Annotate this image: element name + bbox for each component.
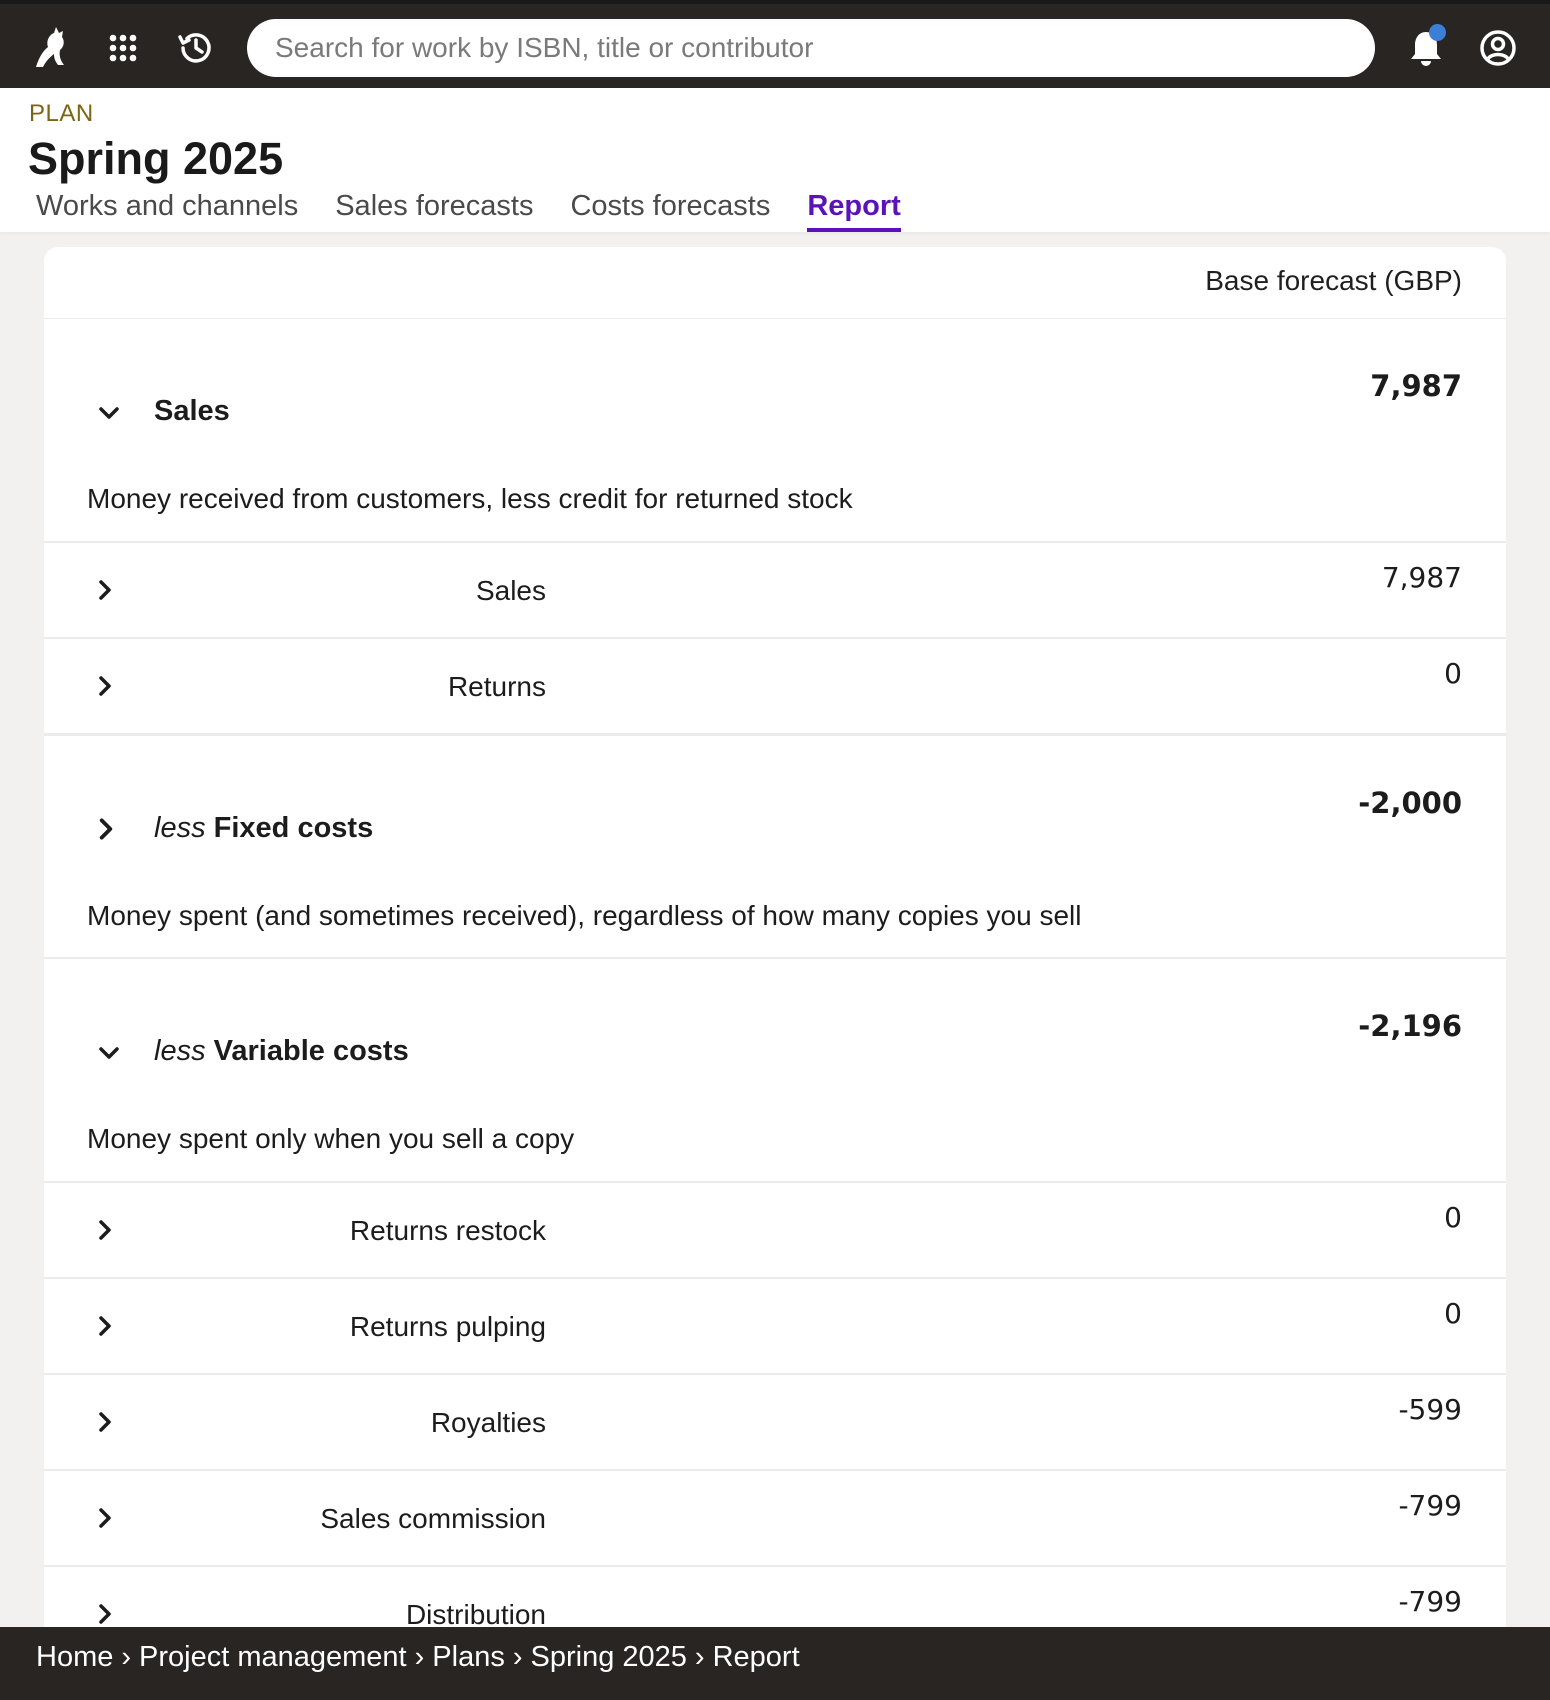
row-label: Sales commission	[320, 1503, 546, 1534]
history-icon[interactable]	[176, 28, 216, 68]
row-value: 0	[1444, 1201, 1462, 1234]
fixed-costs-group[interactable]: less Fixed costs -2,000 Money spent (and…	[44, 735, 1506, 959]
sales-group-description: Money received from customers, less cred…	[87, 483, 853, 514]
breadcrumb-separator: ›	[121, 1641, 132, 1673]
table-row[interactable]: Royalties -599	[44, 1375, 1506, 1471]
chevron-right-icon[interactable]	[92, 1601, 118, 1627]
report-card: Base forecast (GBP) Sales 7,987 Money re…	[44, 247, 1506, 1627]
less-prefix: less	[154, 812, 206, 844]
table-row[interactable]: Returns 0	[44, 639, 1506, 735]
top-bar	[0, 0, 1550, 88]
chevron-right-icon[interactable]	[92, 815, 120, 843]
row-label: Royalties	[430, 1407, 546, 1438]
row-value: -799	[1398, 1489, 1462, 1522]
variable-costs-description: Money spent only when you sell a copy	[87, 1123, 575, 1154]
tab-report[interactable]: Report	[807, 190, 901, 232]
row-label: Returns pulping	[349, 1311, 546, 1342]
breadcrumb-separator: ›	[694, 1641, 705, 1673]
breadcrumb-bar: Home › Project management › Plans › Spri…	[0, 1627, 1550, 1700]
sales-group-label-text: Sales	[154, 395, 230, 427]
column-header-base-forecast: Base forecast (GBP)	[1205, 265, 1462, 296]
page-eyebrow: PLAN	[29, 100, 94, 127]
tab-costs-forecasts[interactable]: Costs forecasts	[570, 190, 770, 232]
table-row[interactable]: Returns pulping 0	[44, 1279, 1506, 1375]
row-label: Returns restock	[349, 1215, 546, 1246]
tab-bar: Works and channels Sales forecasts Costs…	[36, 190, 938, 232]
row-value: 0	[1444, 657, 1462, 690]
table-row[interactable]: Returns restock 0	[44, 1183, 1506, 1279]
tab-works-and-channels[interactable]: Works and channels	[36, 190, 298, 232]
row-label: Returns	[447, 671, 546, 702]
breadcrumb-home[interactable]: Home	[36, 1641, 113, 1674]
row-value: 7,987	[1381, 561, 1462, 594]
chevron-right-icon[interactable]	[92, 1409, 118, 1435]
variable-costs-group[interactable]: less Variable costs -2,196 Money spent o…	[44, 959, 1506, 1183]
less-prefix: less	[154, 1035, 206, 1067]
variable-costs-group-label: less Variable costs	[154, 1035, 409, 1068]
chevron-right-icon[interactable]	[92, 673, 118, 699]
search-input[interactable]	[275, 19, 1355, 77]
cat-logo-icon[interactable]	[30, 27, 70, 68]
chevron-right-icon[interactable]	[92, 1505, 118, 1531]
sales-group-label: Sales	[154, 395, 230, 428]
notifications-bell-icon[interactable]	[1406, 24, 1446, 68]
notification-badge	[1429, 24, 1446, 41]
table-row[interactable]: Sales 7,987	[44, 543, 1506, 639]
page-header: PLAN Spring 2025 Works and channels Sale…	[0, 88, 1550, 232]
breadcrumb-project-management[interactable]: Project management	[139, 1641, 407, 1674]
app-grid-icon[interactable]	[103, 28, 143, 68]
chevron-right-icon[interactable]	[92, 577, 118, 603]
search-bar[interactable]	[247, 19, 1375, 77]
fixed-costs-group-label: less Fixed costs	[154, 812, 373, 845]
row-label: Distribution	[405, 1599, 546, 1627]
breadcrumb: Home › Project management › Plans › Spri…	[36, 1641, 800, 1674]
sales-group[interactable]: Sales 7,987 Money received from customer…	[44, 319, 1506, 543]
breadcrumb-current: Report	[712, 1641, 800, 1673]
column-header-row: Base forecast (GBP)	[44, 247, 1506, 319]
chevron-down-icon[interactable]	[94, 1038, 124, 1068]
chevron-right-icon[interactable]	[92, 1313, 118, 1339]
chevron-right-icon[interactable]	[92, 1217, 118, 1243]
row-value: -799	[1398, 1585, 1462, 1618]
breadcrumb-spring-2025[interactable]: Spring 2025	[531, 1641, 687, 1674]
fixed-costs-description: Money spent (and sometimes received), re…	[87, 900, 1082, 931]
table-row[interactable]: Distribution -799	[44, 1567, 1506, 1627]
sales-group-total: 7,987	[1370, 369, 1462, 403]
breadcrumb-plans[interactable]: Plans	[432, 1641, 505, 1674]
fixed-costs-label-text: Fixed costs	[213, 812, 374, 844]
row-value: -599	[1398, 1393, 1462, 1426]
variable-costs-label-text: Variable costs	[213, 1035, 409, 1067]
table-row[interactable]: Sales commission -799	[44, 1471, 1506, 1567]
account-icon[interactable]	[1478, 28, 1518, 68]
chevron-down-icon[interactable]	[94, 398, 124, 428]
row-label: Sales	[475, 575, 546, 606]
fixed-costs-total: -2,000	[1358, 786, 1462, 820]
tab-sales-forecasts[interactable]: Sales forecasts	[335, 190, 533, 232]
page-title: Spring 2025	[28, 133, 284, 184]
breadcrumb-separator: ›	[414, 1641, 425, 1673]
breadcrumb-separator: ›	[512, 1641, 523, 1673]
row-value: 0	[1444, 1297, 1462, 1330]
variable-costs-total: -2,196	[1358, 1009, 1462, 1043]
